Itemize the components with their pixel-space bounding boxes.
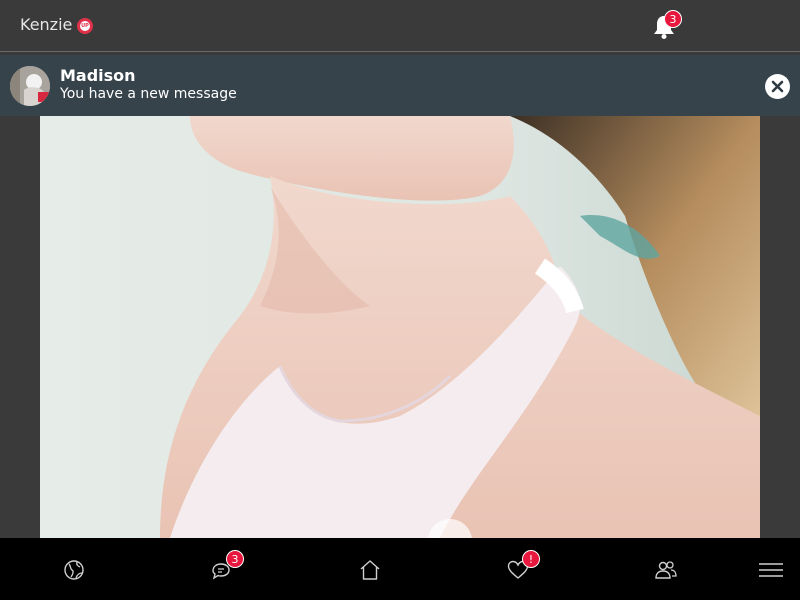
notification-message: You have a new message bbox=[60, 86, 237, 102]
app-root: Kenzie UP 3 Madison You have a new messa… bbox=[0, 0, 800, 600]
nav-menu-button[interactable] bbox=[758, 558, 784, 582]
nav-globe-button[interactable] bbox=[62, 558, 86, 582]
status-badge: UP bbox=[77, 18, 93, 34]
top-bar: Kenzie UP 3 bbox=[0, 0, 800, 52]
profile-photo[interactable] bbox=[40, 116, 760, 538]
notification-count-badge: 3 bbox=[664, 10, 682, 28]
close-notification-button[interactable] bbox=[765, 74, 790, 99]
close-icon bbox=[771, 80, 784, 93]
likes-alert-badge: ! bbox=[522, 550, 540, 568]
profile-name[interactable]: Kenzie bbox=[20, 15, 72, 34]
nav-home-button[interactable] bbox=[358, 558, 382, 582]
people-icon bbox=[655, 561, 677, 579]
status-badge-text: UP bbox=[81, 22, 89, 29]
chat-count-badge: 3 bbox=[226, 550, 244, 568]
menu-icon bbox=[759, 563, 783, 577]
bottom-nav: 3 ! bbox=[0, 538, 800, 600]
message-notification[interactable]: Madison You have a new message bbox=[0, 55, 800, 116]
nav-friends-button[interactable] bbox=[654, 558, 678, 582]
sender-avatar bbox=[10, 66, 50, 106]
globe-icon bbox=[64, 560, 84, 580]
photo-image bbox=[40, 116, 760, 538]
home-icon bbox=[360, 560, 380, 580]
sender-name: Madison bbox=[60, 66, 136, 85]
